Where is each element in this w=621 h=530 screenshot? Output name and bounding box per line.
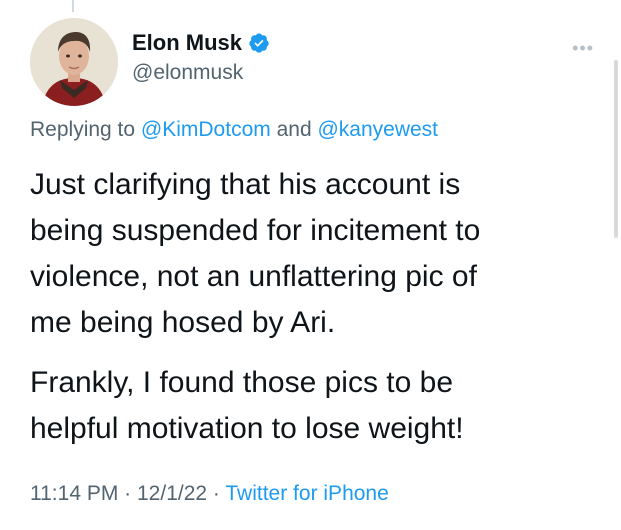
tweet-line: Just clarifying that his account is: [30, 168, 461, 201]
more-horizontal-icon[interactable]: •••: [572, 38, 594, 59]
tweet-line: violence, not an unflattering pic of: [30, 260, 477, 293]
tweet-paragraph: Just clarifying that his account is bein…: [30, 162, 600, 346]
tweet-line: being suspended for incitement to: [30, 214, 481, 247]
meta-separator: ·: [207, 482, 226, 505]
user-names: Elon Musk @elonmusk: [132, 30, 270, 86]
reply-context: Replying to @KimDotcom and @kanyewest: [30, 118, 438, 142]
tweet-paragraph: Frankly, I found those pics to be helpfu…: [30, 360, 600, 452]
user-handle[interactable]: @elonmusk: [132, 60, 270, 86]
display-name[interactable]: Elon Musk: [132, 30, 242, 56]
thread-connector-line: [72, 0, 74, 12]
verified-badge-icon: [249, 33, 269, 53]
tweet-source-link[interactable]: Twitter for iPhone: [225, 482, 388, 505]
mention-link[interactable]: @KimDotcom: [141, 118, 271, 141]
meta-separator: ·: [118, 482, 137, 505]
tweet-line: Frankly, I found those pics to be: [30, 366, 454, 399]
scrollbar[interactable]: [614, 60, 618, 238]
reply-prefix: Replying to: [30, 118, 141, 141]
tweet-time[interactable]: 11:14 PM: [30, 482, 118, 505]
name-row: Elon Musk: [132, 30, 270, 56]
tweet-date[interactable]: 12/1/22: [137, 482, 207, 505]
tweet-line: me being hosed by Ari.: [30, 306, 336, 339]
tweet-header: Elon Musk @elonmusk •••: [30, 18, 600, 108]
reply-conjunction: and: [270, 118, 318, 141]
tweet-text: Just clarifying that his account is bein…: [30, 162, 600, 466]
avatar-image: [30, 18, 118, 106]
tweet-metadata: 11:14 PM · 12/1/22 · Twitter for iPhone: [30, 482, 389, 506]
tweet-line: helpful motivation to lose weight!: [30, 412, 464, 445]
avatar[interactable]: [30, 18, 118, 106]
mention-link[interactable]: @kanyewest: [317, 118, 438, 141]
